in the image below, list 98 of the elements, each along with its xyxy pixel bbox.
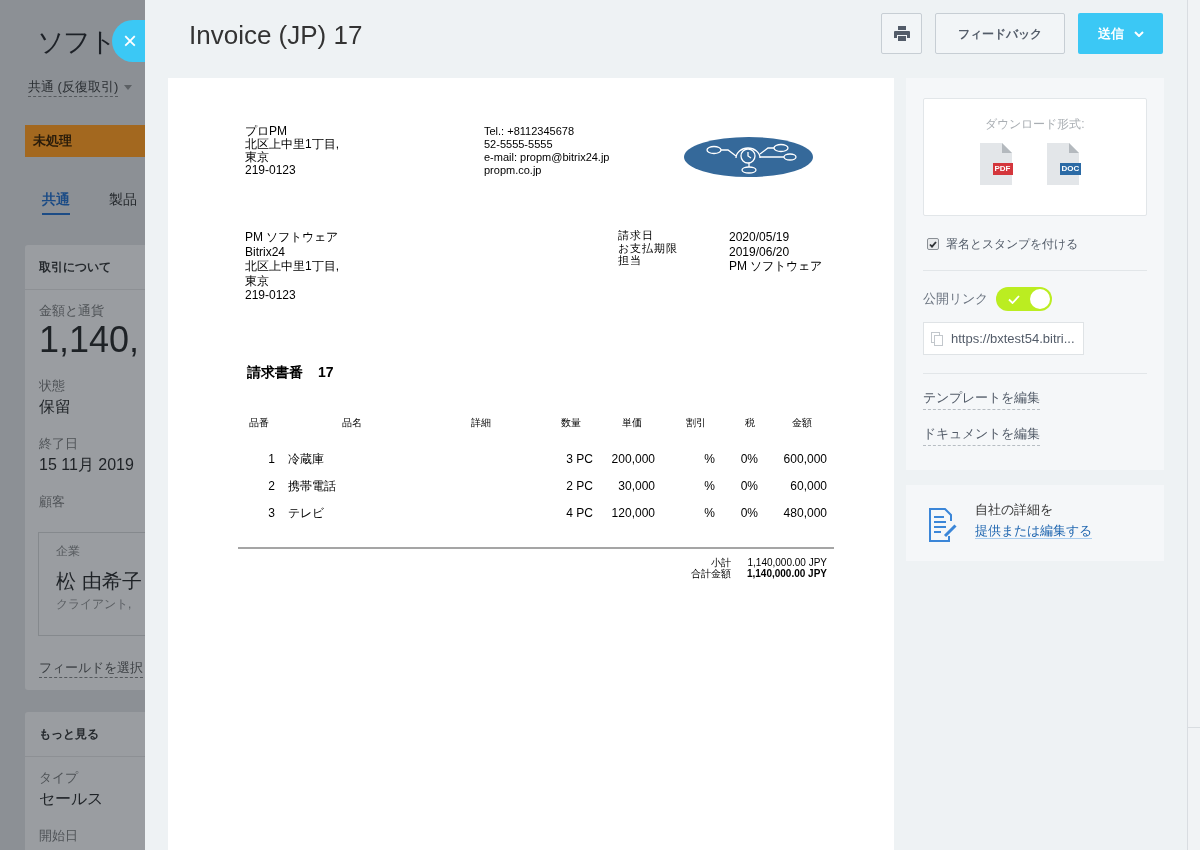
copy-icon	[931, 331, 943, 346]
contact-line: propm.co.jp	[484, 164, 542, 177]
table-cell: 冷蔵庫	[288, 452, 324, 466]
pipeline-dropdown[interactable]: 共通 (反復取引)	[28, 78, 133, 97]
meta-label: 請求日	[618, 229, 654, 242]
field-value: セールス	[39, 789, 103, 809]
field-value: 15 11月 2019	[39, 455, 134, 475]
total-label: 小計	[711, 556, 732, 568]
section-title: 取引について	[39, 259, 111, 276]
address-line: Bitrix24	[245, 244, 285, 259]
table-cell: テレビ	[288, 506, 324, 520]
stage-bar[interactable]: 未処理	[25, 125, 145, 157]
column-header: 金額	[792, 416, 812, 428]
select-fields-link[interactable]: フィールドを選択	[39, 659, 143, 678]
field-label: 金額と通貨	[39, 302, 104, 320]
table-cell: 3 PC	[566, 452, 593, 466]
checkbox[interactable]	[927, 238, 939, 250]
check-icon	[929, 240, 937, 248]
table-cell: 600,000	[783, 452, 827, 466]
table-cell: 200,000	[611, 452, 655, 466]
meta-value: 2019/06/20	[729, 244, 790, 259]
column-header: 詳細	[471, 416, 491, 428]
address-line: プロPM	[245, 125, 287, 138]
address-line: 219-0123	[245, 288, 296, 303]
total-value: 1,140,000.00 JPY	[746, 567, 827, 579]
field-label: 開始日	[39, 827, 78, 845]
contact-line: Tel.: +8112345678	[484, 125, 574, 138]
toggle-label: 公開リンク	[923, 290, 988, 308]
client-name: 松 由希子	[56, 569, 142, 594]
meta-value: 2020/05/19	[729, 230, 790, 245]
address-line: 東京	[245, 273, 269, 288]
document-edit-icon	[929, 508, 958, 542]
print-button[interactable]	[881, 13, 922, 54]
chevron-down-icon	[1133, 30, 1144, 37]
caret-icon	[124, 85, 133, 90]
table-cell: 480,000	[783, 506, 827, 520]
network-logo-icon	[684, 137, 813, 177]
table-cell: 3	[268, 506, 275, 520]
company-details-text: 自社の詳細を 提供または編集する	[975, 501, 1093, 541]
printer-icon	[893, 26, 910, 41]
table-cell: 4 PC	[566, 506, 593, 520]
contact-line: 52-5555-5555	[484, 138, 553, 151]
download-format-button[interactable]: PDF	[992, 163, 1013, 175]
address-line: 東京	[245, 151, 269, 164]
edit-link[interactable]: テンプレートを編集	[923, 389, 1040, 410]
field-label: 顧客	[39, 493, 65, 511]
meta-label: お支払期限	[618, 241, 678, 254]
address-line: 北区上中里1丁目,	[245, 138, 339, 151]
table-cell: 30,000	[618, 479, 655, 493]
column-header: 割引	[686, 416, 706, 428]
download-format-button[interactable]: DOC	[1059, 163, 1082, 175]
column-header: 単価	[622, 416, 642, 428]
client-type: 企業	[56, 543, 80, 559]
table-cell: 2	[268, 479, 275, 493]
section-title: もっと見る	[39, 726, 99, 743]
column-header: 品番	[249, 416, 269, 428]
field-label: タイプ	[39, 769, 78, 787]
field-label: 状態	[39, 377, 65, 395]
column-header: 品名	[342, 416, 362, 428]
page-title: ソフト	[37, 26, 115, 59]
table-cell: %	[704, 506, 715, 520]
url-field[interactable]: https://bxtest54.bitri...	[923, 322, 1084, 355]
feedback-button[interactable]: フィードバック	[935, 13, 1065, 54]
table-cell: 120,000	[611, 506, 655, 520]
edit-link[interactable]: ドキュメントを編集	[923, 425, 1040, 446]
company-details-link[interactable]: 提供または編集する	[975, 523, 1092, 539]
address-line: 219-0123	[245, 164, 296, 177]
field-label: 終了日	[39, 435, 78, 453]
table-cell: 1	[268, 452, 275, 466]
total-value: 1,140,000.00 JPY	[747, 556, 827, 568]
table-cell: 携帯電話	[288, 479, 336, 493]
table-cell: %	[704, 479, 715, 493]
column-header: 税	[745, 416, 755, 428]
tab[interactable]: 共通	[42, 189, 70, 215]
table-cell: 2 PC	[566, 479, 593, 493]
column-header: 数量	[561, 416, 581, 428]
panel-title: Invoice (JP) 17	[189, 19, 363, 52]
table-cell: 0%	[740, 506, 758, 520]
total-label: 合計金額	[690, 567, 731, 579]
checkbox-label: 署名とスタンプを付ける	[946, 236, 1078, 253]
check-icon	[1008, 294, 1020, 304]
tab[interactable]: 製品	[109, 189, 137, 215]
field-value: 保留	[39, 397, 71, 417]
table-cell: 0%	[740, 479, 758, 493]
table-cell: 60,000	[790, 479, 827, 493]
address-line: 北区上中里1丁目,	[245, 259, 339, 274]
meta-label: 担当	[618, 254, 642, 267]
address-line: PM ソフトウェア	[245, 230, 339, 245]
table-cell: %	[704, 452, 715, 466]
table-cell: 0%	[740, 452, 758, 466]
invoice-title: 請求書番	[247, 362, 303, 381]
meta-value: PM ソフトウェア	[729, 259, 823, 274]
contact-line: e-mail: propm@bitrix24.jp	[484, 151, 610, 164]
toggle-knob[interactable]	[1030, 289, 1050, 309]
invoice-number: 17	[318, 362, 334, 381]
download-title: ダウンロード形式:	[985, 116, 1085, 132]
field-value: 1,140,	[39, 320, 140, 360]
public-link-toggle[interactable]	[996, 287, 1052, 311]
